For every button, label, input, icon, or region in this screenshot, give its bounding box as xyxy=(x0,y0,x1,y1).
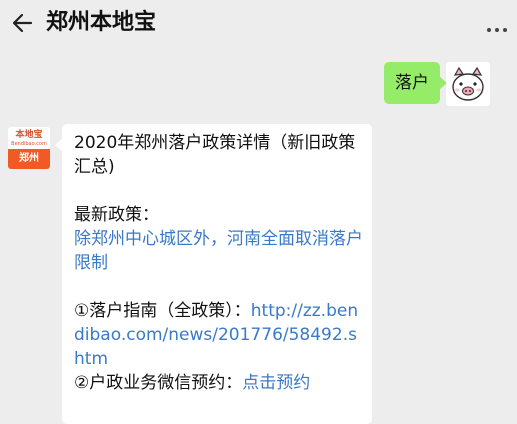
booking-label: ②户政业务微信预约： xyxy=(74,373,243,393)
logo-city: 郑州 xyxy=(8,149,50,169)
top-bar: 郑州本地宝 xyxy=(0,0,517,47)
pig-icon xyxy=(446,62,490,106)
more-dots-icon[interactable] xyxy=(487,28,509,34)
booking-line: ②户政业务微信预约：点击预约 xyxy=(74,371,364,395)
logo-site: Bendibao.com xyxy=(11,141,47,147)
incoming-message: 2020年郑州落户政策详情（新旧政策汇总) 最新政策： 除郑州中心城区外，河南全… xyxy=(55,124,372,424)
pig-avatar[interactable] xyxy=(446,62,490,106)
logo-top: 本地宝 Bendibao.com xyxy=(8,127,50,149)
bendibao-logo[interactable]: 本地宝 Bendibao.com 郑州 xyxy=(8,127,50,169)
outgoing-message[interactable]: 落户 xyxy=(384,62,447,104)
logo-brand: 本地宝 xyxy=(15,130,43,140)
booking-link[interactable]: 点击预约 xyxy=(242,373,310,393)
guide-label: ①落户指南（全政策）： xyxy=(74,301,251,321)
guide-line: ①落户指南（全政策）：http://zz.bendibao.com/news/2… xyxy=(74,299,364,371)
message-title: 2020年郑州落户政策详情（新旧政策汇总) xyxy=(74,133,356,177)
latest-policy-link[interactable]: 除郑州中心城区外，河南全面取消落户限制 xyxy=(74,227,364,275)
chat-title: 郑州本地宝 xyxy=(46,10,157,35)
latest-policy-label: 最新政策： xyxy=(74,205,159,225)
arrow-left-icon[interactable] xyxy=(10,10,36,36)
